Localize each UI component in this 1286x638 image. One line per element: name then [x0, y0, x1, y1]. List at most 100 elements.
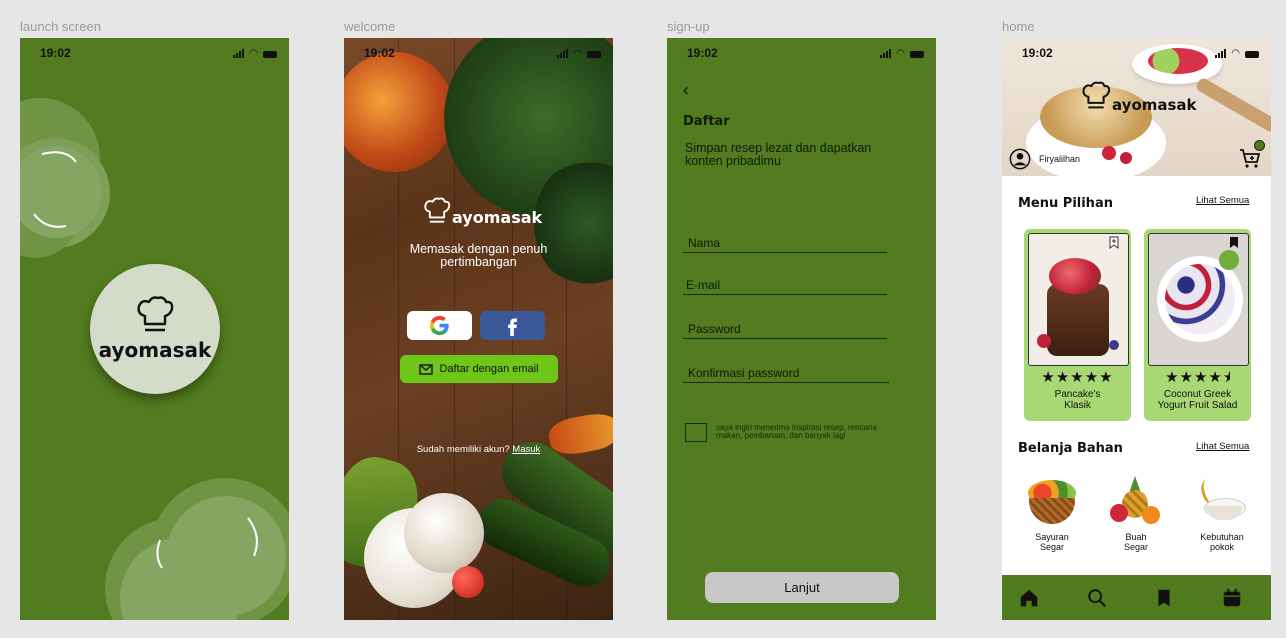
battery-icon	[910, 51, 924, 58]
newsletter-text: saya ingin menerima inspirasi resep, ren…	[716, 424, 877, 440]
chef-hat-icon	[137, 296, 174, 332]
confirm-password-field[interactable]: Konfirmasi password	[683, 366, 889, 383]
welcome-logo: ayomasak	[422, 196, 542, 228]
signup-subtitle: Simpan resep lezat dan dapatkan konten p…	[685, 142, 871, 168]
bookmark-add-icon[interactable]	[1109, 236, 1119, 249]
status-time: 19:02	[687, 46, 718, 60]
password-field[interactable]: Password	[683, 322, 887, 339]
welcome-tagline: Memasak dengan penuh pertimbangan	[344, 243, 613, 269]
signal-icon	[880, 49, 892, 58]
status-icons: ◠	[1215, 48, 1259, 59]
email-signup-label: Daftar dengan email	[439, 363, 539, 375]
half-star-icon: ★	[1223, 368, 1230, 386]
fruit-basket-icon	[1110, 476, 1162, 528]
launch-logo: ayomasak	[90, 264, 220, 394]
facebook-icon	[508, 318, 517, 336]
category-label-line-2: Segar	[1123, 542, 1149, 552]
tagline-line-2: pertimbangan	[440, 255, 517, 269]
spinner-arc-icon	[156, 517, 258, 569]
signup-screen: 19:02 ◠ ‹ Daftar Simpan resep lezat dan …	[667, 38, 936, 620]
vegetable-basket-icon	[1026, 476, 1078, 528]
home-icon[interactable]	[1018, 587, 1040, 609]
recipe-name-line-1: Pancake's	[1054, 389, 1101, 400]
name-field[interactable]: Nama	[683, 236, 887, 253]
category-staples[interactable]: Kebutuhan pokok	[1187, 475, 1257, 552]
category-label: Sayuran Segar	[1017, 532, 1087, 552]
spinner-arc-icon	[33, 151, 77, 228]
tomato-small-image	[452, 566, 484, 598]
tomato-image	[344, 52, 454, 172]
user-avatar[interactable]	[1009, 148, 1031, 174]
category-label-line-1: Buah	[1125, 532, 1147, 542]
see-all-menu-link[interactable]: Lihat Semua	[1196, 195, 1249, 206]
home-screen: 19:02 ◠ ayomasak Firyalilhan Menu Piliha…	[1002, 38, 1271, 620]
status-icons: ◠	[233, 48, 277, 59]
see-all-shop-link[interactable]: Lihat Semua	[1196, 441, 1249, 452]
email-signup-button[interactable]: Daftar dengan email	[400, 355, 558, 383]
subtitle-line-2: konten pribadimu	[685, 154, 781, 168]
home-brand-text: ayomasak	[1112, 96, 1197, 114]
signal-icon	[233, 49, 245, 58]
signal-icon	[1215, 49, 1227, 58]
recipe-card[interactable]: ★★★★★ Pancake's Klasik	[1024, 229, 1131, 421]
frame-label-welcome: welcome	[344, 19, 396, 34]
section-menu-title: Menu Pilihan	[1018, 196, 1113, 211]
recipe-name: Coconut Greek Yogurt Fruit Salad	[1146, 389, 1249, 411]
frame-label-home: home	[1002, 19, 1035, 34]
status-icons: ◠	[880, 48, 924, 59]
email-field[interactable]: E-mail	[683, 278, 887, 295]
status-time: 19:02	[40, 46, 71, 60]
mail-icon	[419, 363, 434, 375]
rice-bowl-icon	[1196, 475, 1248, 528]
status-time: 19:02	[1022, 46, 1053, 60]
chef-hat-icon	[1082, 81, 1111, 109]
welcome-brand-text: ayomasak	[452, 208, 543, 227]
login-prompt: Sudah memiliki akun? Masuk	[344, 444, 613, 455]
wifi-icon: ◠	[1231, 48, 1240, 59]
recipe-name: Pancake's Klasik	[1026, 389, 1129, 411]
bookmark-icon[interactable]	[1229, 236, 1239, 249]
back-icon[interactable]: ‹	[682, 80, 689, 101]
category-label-line-1: Sayuran	[1035, 532, 1069, 542]
user-icon	[1009, 148, 1031, 170]
recipe-name-line-2: Yogurt Fruit Salad	[1157, 400, 1238, 411]
rating-stars: ★★★★★	[1144, 368, 1251, 386]
google-button[interactable]	[407, 311, 472, 340]
status-icons: ◠	[557, 49, 601, 59]
next-button[interactable]: Lanjut	[705, 572, 899, 603]
search-icon[interactable]	[1086, 587, 1108, 609]
newsletter-checkbox[interactable]	[685, 423, 707, 442]
email-field-label: E-mail	[686, 278, 721, 292]
rating-stars: ★★★★★	[1041, 368, 1114, 386]
launch-brand-text: ayomasak	[98, 338, 212, 362]
confirm-password-field-label: Konfirmasi password	[688, 366, 800, 380]
wifi-icon: ◠	[896, 48, 905, 59]
status-bar: 19:02 ◠	[344, 46, 613, 62]
cart-badge	[1254, 140, 1265, 151]
bookmark-icon[interactable]	[1153, 587, 1175, 609]
frame-label-launch: launch screen	[20, 19, 101, 34]
status-bar: 19:02 ◠	[20, 46, 289, 62]
category-vegetables[interactable]: Sayuran Segar	[1017, 476, 1087, 552]
facebook-button[interactable]	[480, 311, 545, 340]
recipe-card[interactable]: ★★★★★ Coconut Greek Yogurt Fruit Salad	[1144, 229, 1251, 421]
category-label-line-1: Kebutuhan	[1200, 532, 1244, 542]
name-field-label: Nama	[688, 236, 721, 250]
wifi-icon: ◠	[249, 48, 258, 59]
category-fruits[interactable]: Buah Segar	[1101, 476, 1171, 552]
status-bar: 19:02 ◠	[667, 46, 936, 62]
newsletter-line-2: makan, pembaruan, dan banyak lagi	[716, 431, 846, 440]
recipe-image	[1028, 233, 1129, 366]
login-link[interactable]: Masuk	[512, 444, 540, 455]
have-account-text: Sudah memiliki akun?	[416, 444, 510, 455]
username: Firyalilhan	[1039, 154, 1081, 164]
garlic-image-2	[404, 493, 484, 573]
google-icon	[429, 315, 449, 336]
chef-hat-icon	[424, 197, 451, 223]
calendar-icon[interactable]	[1221, 587, 1243, 609]
battery-icon	[1245, 51, 1259, 58]
battery-icon	[263, 51, 277, 58]
cart-button[interactable]	[1238, 140, 1265, 170]
frame-label-signup: sign-up	[667, 19, 710, 34]
welcome-screen: 19:02 ◠ ayomasak Memasak dengan penuh pe…	[344, 38, 613, 620]
